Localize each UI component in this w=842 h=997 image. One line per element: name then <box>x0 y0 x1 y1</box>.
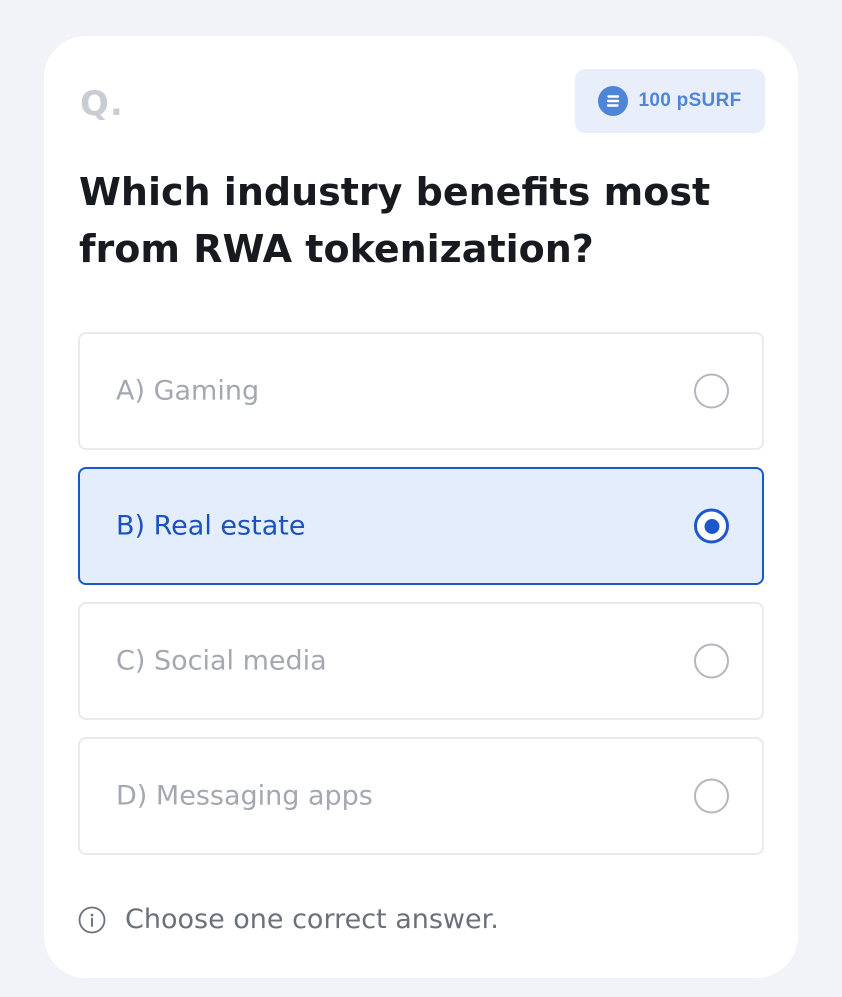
hint-text: Choose one correct answer. <box>125 904 499 935</box>
option-d[interactable]: D) Messaging apps <box>78 737 764 855</box>
option-label: B) Real estate <box>116 510 306 542</box>
answer-options: A) Gaming B) Real estate C) Social media… <box>78 332 764 872</box>
option-label: C) Social media <box>116 645 327 677</box>
question-text: Which industry benefits most from RWA to… <box>79 170 711 271</box>
radio-button[interactable] <box>694 373 729 409</box>
reward-badge: 100 pSURF <box>575 69 765 133</box>
option-b[interactable]: B) Real estate <box>78 467 764 585</box>
option-c[interactable]: C) Social media <box>78 602 764 720</box>
hint: Choose one correct answer. <box>78 904 499 935</box>
info-icon <box>78 906 106 933</box>
coin-icon <box>598 86 629 116</box>
reward-amount: 100 pSURF <box>638 90 742 111</box>
radio-selected-dot <box>704 518 719 534</box>
radio-button[interactable] <box>694 508 729 544</box>
option-label: A) Gaming <box>116 375 260 407</box>
question-number-label: Q. <box>80 84 124 124</box>
radio-button[interactable] <box>694 643 729 679</box>
option-a[interactable]: A) Gaming <box>78 332 764 450</box>
quiz-card: Q. 100 pSURF Which industry benefits mos… <box>44 36 798 978</box>
radio-button[interactable] <box>694 778 729 814</box>
option-label: D) Messaging apps <box>116 780 373 812</box>
